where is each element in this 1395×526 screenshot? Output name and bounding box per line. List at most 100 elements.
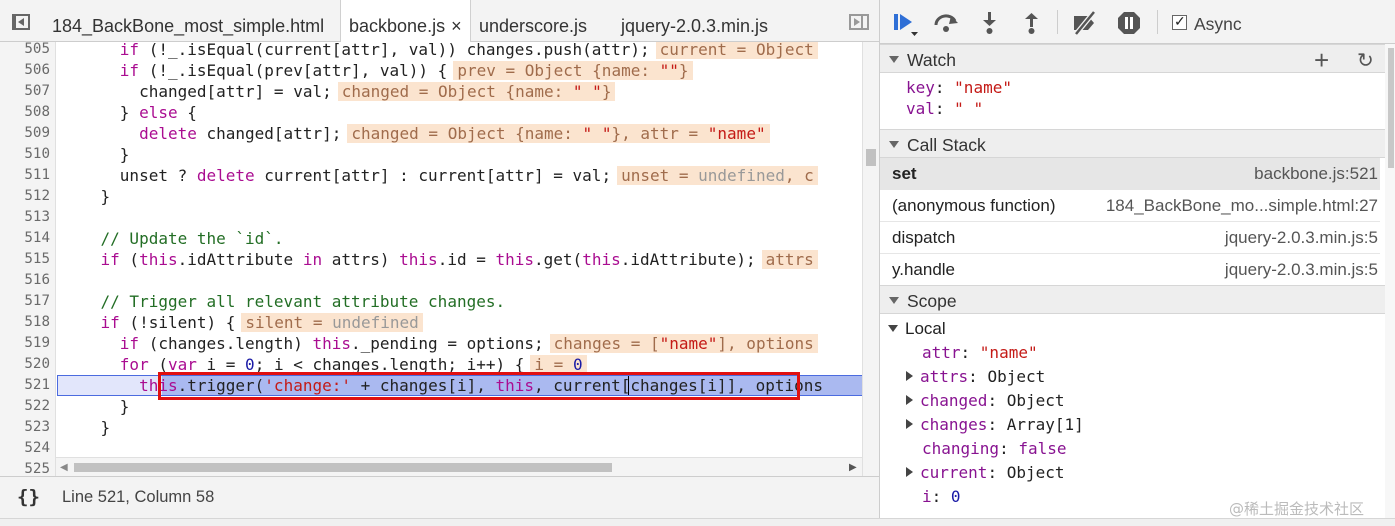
pause-on-exceptions-icon[interactable] (1116, 10, 1142, 36)
toolbar-divider (1057, 10, 1058, 34)
scroll-left-icon[interactable]: ◀ (60, 462, 68, 473)
watch-item[interactable]: val: " " (906, 99, 983, 118)
pretty-print-icon[interactable]: {} (17, 486, 40, 508)
tab-184-backbone-html[interactable]: 184_BackBone_most_simple.html (52, 0, 324, 42)
line-number[interactable]: 508 (0, 102, 50, 123)
line-number[interactable]: 511 (0, 165, 50, 186)
line-number[interactable]: 509 (0, 123, 50, 144)
scrollbar-thumb[interactable] (866, 149, 876, 166)
line-number[interactable]: 522 (0, 396, 50, 417)
toggle-debugger-icon[interactable] (849, 12, 871, 32)
call-frame-selected[interactable]: set backbone.js:521 (880, 158, 1380, 190)
scope-var[interactable]: current: Object (906, 463, 1065, 482)
tab-underscore-js[interactable]: underscore.js (479, 0, 587, 42)
line-number[interactable]: 520 (0, 354, 50, 375)
var-value: 0 (950, 487, 961, 506)
code-line: } (62, 418, 111, 437)
tab-backbone-js[interactable]: backbone.js × (340, 0, 471, 43)
scope-var[interactable]: i: 0 (922, 487, 961, 506)
line-number[interactable]: 507 (0, 81, 50, 102)
sidebar-scrollbar[interactable] (1385, 44, 1395, 518)
frame-location[interactable]: 184_BackBone_mo...simple.html:27 (1106, 196, 1378, 216)
code-line: } else { (62, 103, 197, 122)
call-stack-section-header[interactable]: Call Stack (880, 129, 1395, 158)
frame-location[interactable]: jquery-2.0.3.min.js:5 (1225, 228, 1378, 248)
line-number[interactable]: 515 (0, 249, 50, 270)
line-number[interactable]: 518 (0, 312, 50, 333)
step-out-icon[interactable] (1019, 10, 1045, 36)
watch-item[interactable]: key: "name" (906, 78, 1012, 97)
scope-var[interactable]: changing: false (922, 439, 1067, 458)
line-number[interactable]: 506 (0, 60, 50, 81)
tab-jquery-js[interactable]: jquery-2.0.3.min.js (621, 0, 768, 42)
expand-triangle-icon[interactable] (906, 467, 913, 477)
scope-var[interactable]: attr: "name" (922, 343, 1038, 362)
scrollbar-thumb[interactable] (74, 463, 612, 472)
line-number-current[interactable]: 521 (0, 375, 50, 396)
cursor-position: Line 521, Column 58 (62, 488, 215, 506)
expand-triangle-icon (889, 297, 899, 304)
line-number[interactable]: 516 (0, 270, 50, 291)
step-over-icon[interactable] (932, 10, 958, 36)
line-number[interactable]: 510 (0, 144, 50, 165)
editor-status-bar: {} Line 521, Column 58 (0, 476, 879, 518)
var-value: Object (1006, 391, 1065, 410)
var-name: i (922, 487, 932, 506)
call-stack-title: Call Stack (907, 135, 986, 155)
watch-title: Watch (907, 50, 956, 70)
expand-triangle-icon[interactable] (906, 395, 913, 405)
code-line: if (!_.isEqual(prev[attr], val)) {prev =… (62, 60, 693, 81)
call-frame[interactable]: (anonymous function) 184_BackBone_mo...s… (880, 190, 1380, 222)
resume-icon[interactable] (892, 10, 918, 36)
line-number[interactable]: 514 (0, 228, 50, 249)
var-name: changed (920, 391, 988, 410)
line-number[interactable]: 519 (0, 333, 50, 354)
toggle-navigator-icon[interactable] (10, 12, 32, 32)
expand-triangle-icon[interactable] (906, 419, 913, 429)
scope-var[interactable]: attrs: Object (906, 367, 1045, 386)
async-checkbox[interactable] (1172, 13, 1187, 30)
code-line: // Trigger all relevant attribute change… (100, 292, 506, 311)
async-label[interactable]: Async (1194, 14, 1242, 35)
expand-triangle-icon[interactable] (906, 371, 913, 381)
horizontal-scrollbar[interactable]: ◀ ▶ (56, 457, 862, 476)
watch-value: " " (954, 99, 984, 118)
call-frame[interactable]: y.handle jquery-2.0.3.min.js:5 (880, 254, 1380, 286)
line-number[interactable]: 517 (0, 291, 50, 312)
code-line: if (!silent) {silent = undefined (62, 312, 423, 333)
line-number[interactable]: 513 (0, 207, 50, 228)
line-number[interactable]: 512 (0, 186, 50, 207)
step-into-icon[interactable] (977, 10, 1003, 36)
deactivate-breakpoints-icon[interactable] (1070, 10, 1096, 36)
var-name: attrs (920, 367, 969, 386)
scrollbar-thumb[interactable] (1388, 48, 1394, 168)
scope-title: Scope (907, 291, 957, 311)
line-number[interactable]: 525 (0, 459, 50, 476)
watch-key: key (906, 78, 935, 97)
call-frame[interactable]: dispatch jquery-2.0.3.min.js:5 (880, 222, 1380, 254)
watch-section-header[interactable]: Watch + ↻ (880, 44, 1395, 76)
var-name: attr (922, 343, 961, 362)
line-number[interactable]: 523 (0, 417, 50, 438)
refresh-icon[interactable]: ↻ (1357, 48, 1374, 73)
line-number[interactable]: 524 (0, 438, 50, 459)
var-name: changing (922, 439, 1000, 458)
line-number[interactable]: 505 (0, 42, 50, 60)
scope-var[interactable]: changed: Object (906, 391, 1065, 410)
add-watch-icon[interactable]: + (1314, 45, 1329, 76)
var-value: Object (1006, 463, 1065, 482)
code-editor[interactable]: if (!_.isEqual(current[attr], val)) chan… (0, 42, 879, 476)
frame-function: dispatch (892, 228, 956, 247)
frame-location[interactable]: backbone.js:521 (1254, 164, 1378, 184)
scope-var[interactable]: changes: Array[1] (906, 415, 1084, 434)
scope-local-group[interactable]: Local (888, 319, 946, 339)
code-line: } (62, 187, 111, 206)
frame-location[interactable]: jquery-2.0.3.min.js:5 (1225, 260, 1378, 280)
scroll-right-icon[interactable]: ▶ (849, 462, 857, 473)
code-line: if (!_.isEqual(current[attr], val)) chan… (62, 42, 818, 60)
scope-section-header[interactable]: Scope (880, 285, 1395, 314)
local-label: Local (905, 319, 946, 338)
toolbar-divider (1157, 10, 1158, 34)
tab-label: underscore.js (479, 16, 588, 36)
vertical-scrollbar[interactable] (862, 42, 879, 476)
